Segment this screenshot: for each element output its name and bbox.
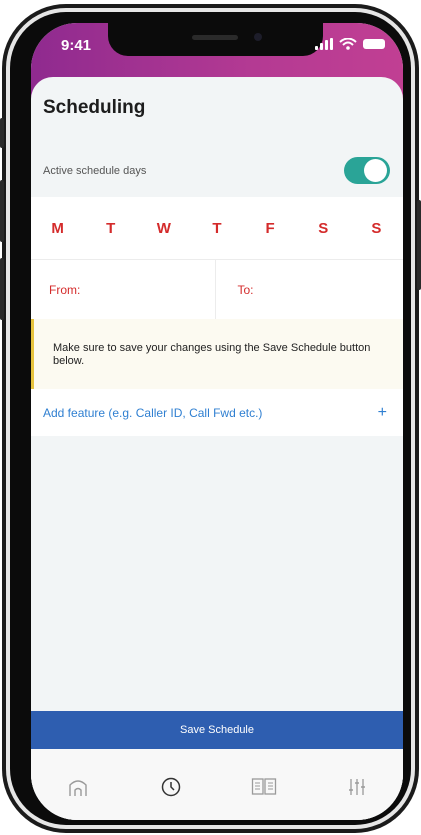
tab-bar: [31, 749, 403, 820]
save-notice: Make sure to save your changes using the…: [31, 319, 403, 389]
notice-text: Make sure to save your changes using the…: [53, 342, 371, 367]
add-feature-row[interactable]: Add feature (e.g. Caller ID, Call Fwd et…: [31, 389, 403, 436]
scheduling-panel: Scheduling Active schedule days M T W T …: [31, 77, 403, 820]
add-feature-label: Add feature (e.g. Caller ID, Call Fwd et…: [43, 405, 263, 420]
tab-directory[interactable]: [244, 767, 284, 807]
notch: [108, 23, 323, 56]
camera-icon: [254, 33, 262, 41]
volume-down-button: [0, 258, 4, 320]
wifi-icon: [339, 38, 357, 50]
battery-icon: [363, 39, 385, 49]
day-tuesday[interactable]: T: [84, 220, 137, 237]
speaker-icon: [192, 35, 238, 40]
status-icons: [315, 38, 385, 50]
days-row: M T W T F S S: [31, 197, 403, 259]
day-friday[interactable]: F: [244, 220, 297, 237]
power-button: [417, 200, 421, 290]
tab-home[interactable]: [58, 767, 98, 807]
from-field[interactable]: From:: [31, 260, 215, 320]
tab-settings[interactable]: [337, 767, 377, 807]
day-thursday[interactable]: T: [190, 220, 243, 237]
signal-icon: [315, 38, 333, 50]
day-monday[interactable]: M: [31, 220, 84, 237]
time-range: From: To:: [31, 259, 403, 320]
plus-icon: +: [377, 403, 387, 421]
page-title: Scheduling: [43, 97, 146, 118]
home-icon: [68, 780, 87, 796]
to-label: To:: [237, 283, 254, 297]
toggle-knob: [364, 159, 387, 182]
mute-switch: [0, 118, 4, 148]
to-field[interactable]: To:: [214, 260, 404, 320]
active-days-label: Active schedule days: [43, 165, 147, 177]
clock-icon: [161, 777, 180, 797]
day-sunday[interactable]: S: [350, 220, 403, 237]
day-saturday[interactable]: S: [297, 220, 350, 237]
phone-screen: 9:41 Scheduling Active schedule days M T: [31, 23, 403, 820]
from-label: From:: [49, 283, 81, 297]
save-schedule-button[interactable]: Save Schedule: [31, 711, 403, 749]
volume-up-button: [0, 180, 4, 242]
status-time: 9:41: [61, 37, 92, 54]
active-days-toggle[interactable]: [344, 157, 390, 184]
sliders-icon: [348, 779, 365, 795]
tab-schedule[interactable]: [151, 767, 191, 807]
save-schedule-label: Save Schedule: [180, 724, 254, 736]
day-wednesday[interactable]: W: [137, 220, 190, 237]
book-icon: [251, 778, 276, 795]
